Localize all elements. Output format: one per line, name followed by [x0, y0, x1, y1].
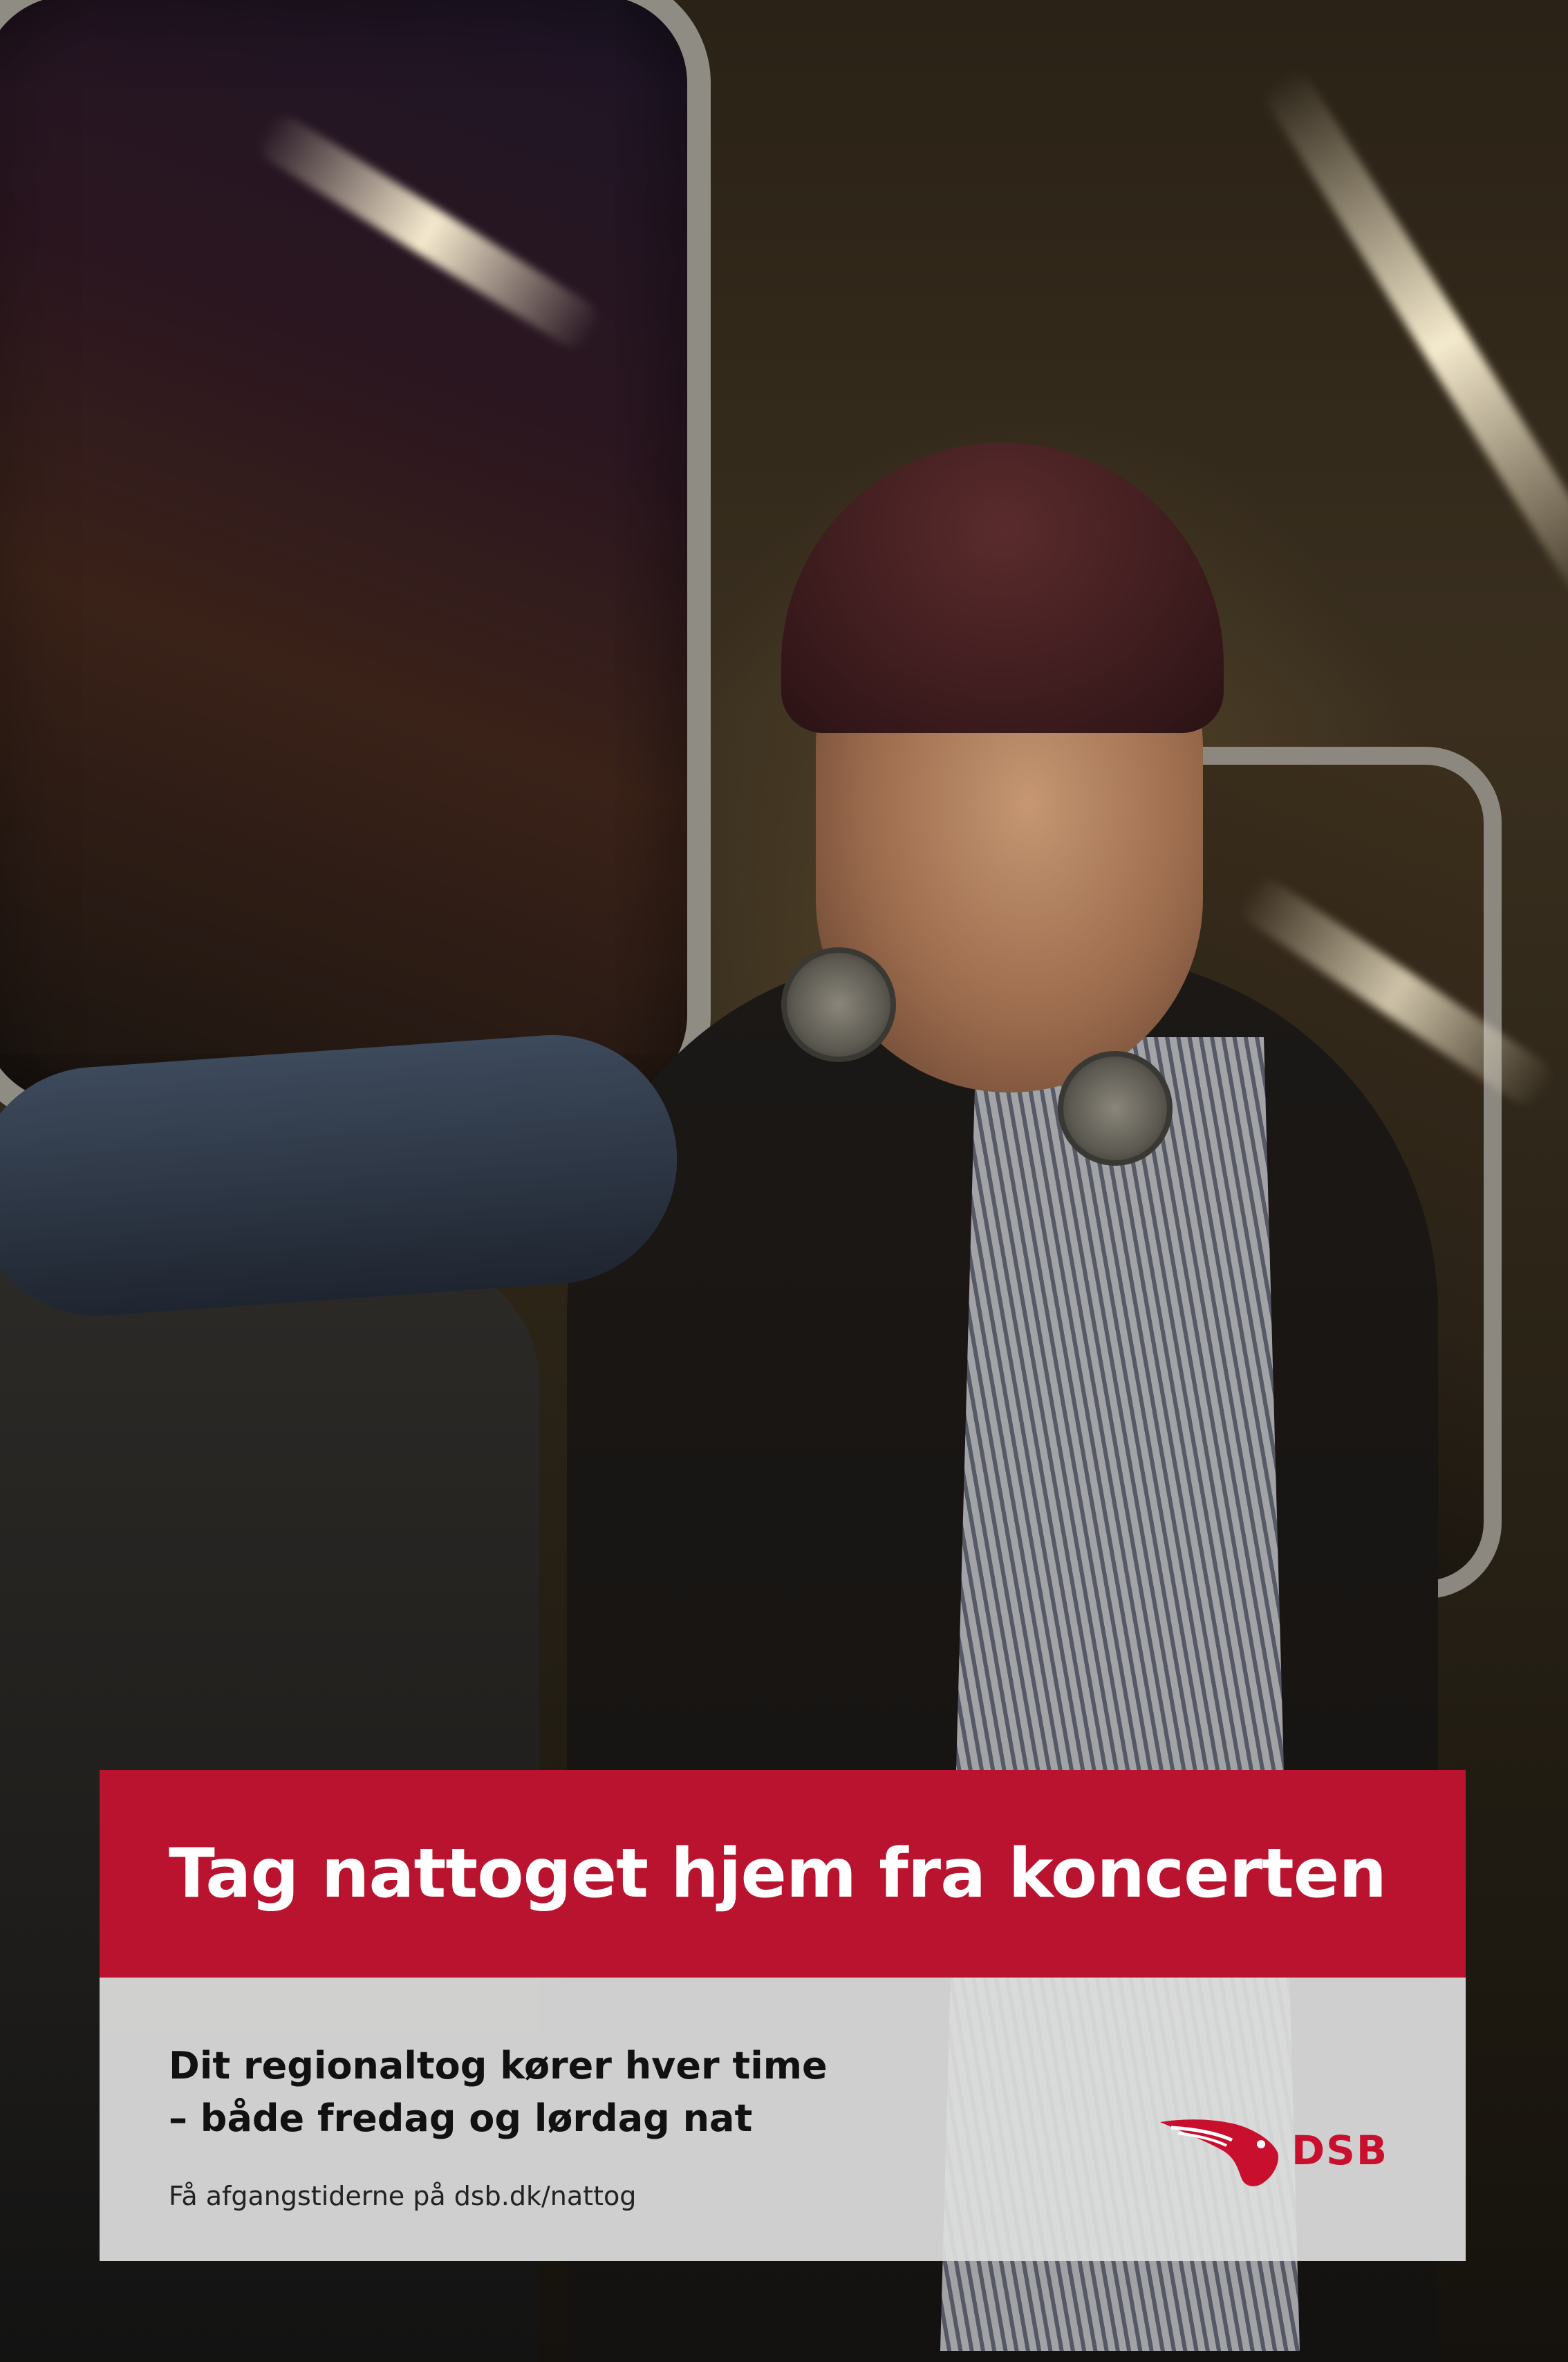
headphone-icon — [781, 947, 896, 1062]
headphone-icon — [1058, 1051, 1173, 1166]
dsb-logo-text: DSB — [1291, 2127, 1389, 2174]
poster: Tag nattoget hjem fra koncerten Dit regi… — [0, 0, 1568, 2362]
headline-band: Tag nattoget hjem fra koncerten — [100, 1770, 1466, 1978]
subline-2: – både fredag og lørdag nat — [169, 2096, 753, 2140]
dsb-wing-icon — [1157, 2112, 1282, 2188]
info-box: Dit regionaltog kører hver time – både f… — [100, 1978, 1466, 2261]
ceiling-light — [1259, 65, 1568, 620]
person-arm — [0, 1026, 686, 1325]
subline-1: Dit regionaltog kører hver time — [169, 2044, 828, 2087]
red-cap — [781, 443, 1224, 733]
headline: Tag nattoget hjem fra koncerten — [169, 1834, 1387, 1913]
dsb-logo: DSB — [1157, 2109, 1392, 2192]
